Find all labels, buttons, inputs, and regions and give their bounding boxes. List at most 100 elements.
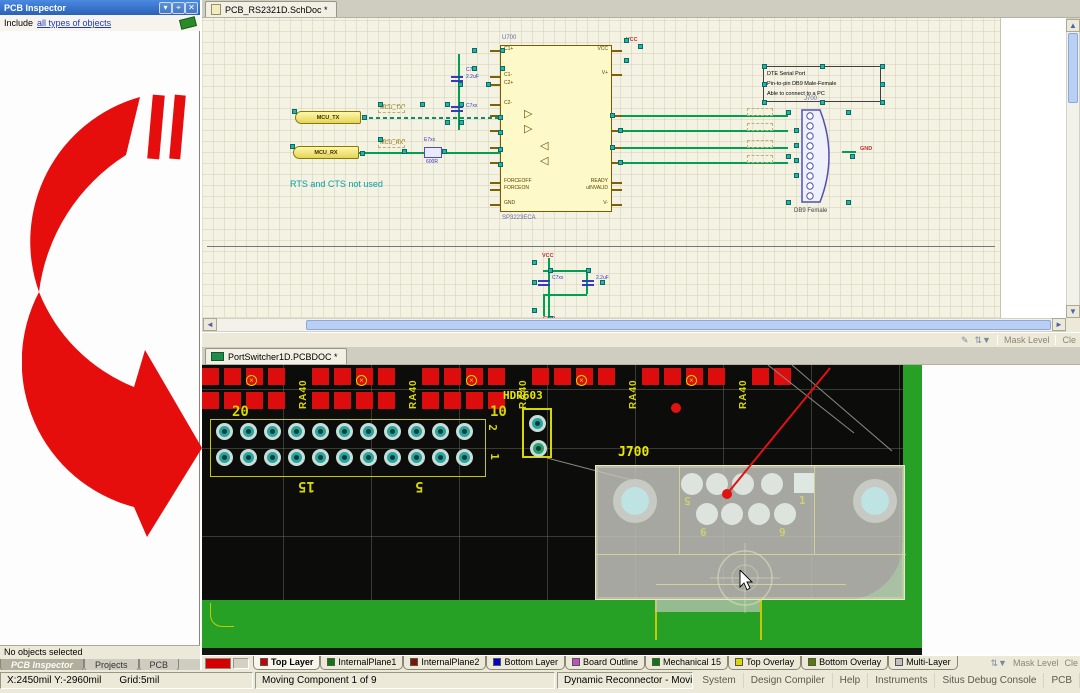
selection-handle [880,64,885,69]
pcbdoc-tab-label: PortSwitcher1D.PCBDOC * [228,352,338,362]
net-label-box[interactable] [747,123,773,131]
selection-handle [498,147,503,152]
ic-pin-stub [490,182,500,184]
include-types-link[interactable]: all types of objects [37,18,176,28]
scroll-down-arrow[interactable]: ▼ [1066,305,1080,318]
scroll-left-arrow[interactable]: ◄ [203,318,217,331]
layer-tab-mechanical-15[interactable]: Mechanical 15 [645,656,728,670]
net-label-box[interactable] [747,140,773,148]
j700-pad [761,473,783,495]
port-mcu-rx[interactable]: MCU_RX [293,146,359,159]
selection-handle [420,102,425,107]
selection-handle [445,102,450,107]
pcb-canvas[interactable]: ××××× RA40RA40RA40RA40RA40 20 10 15 5 2 … [202,365,1080,655]
j700-footprint[interactable]: 5 1 6 9 [595,465,905,600]
scroll-right-arrow[interactable]: ► [1052,318,1066,331]
smd-pad [708,368,725,385]
pad-num-9: 9 [779,526,786,539]
smd-pad [378,392,395,409]
net-label-box[interactable] [747,108,773,116]
ic-pin-c1m: C1- [504,73,512,78]
annotate-icon[interactable]: ✎ [961,335,969,346]
ferrite-body[interactable] [424,147,442,158]
layer-tab-internalplane2[interactable]: InternalPlane2 [403,656,486,670]
status-menu-help[interactable]: Help [833,673,869,688]
schdoc-tab-label: PCB_RS2321D.SchDoc * [225,5,328,15]
header-pad [312,423,329,440]
ic-pin-stub [490,104,500,106]
port-mcu-tx[interactable]: MCU_TX [295,111,361,124]
resistor-ref-label: RA40 [408,379,419,409]
hscroll-thumb[interactable] [306,320,1051,330]
layer-tab-top-overlay[interactable]: Top Overlay [728,656,801,670]
mask-level-button[interactable]: Mask Level [1004,335,1050,345]
selection-handle [498,115,503,120]
board-outline-corner [210,603,234,627]
header-num-20: 20 [232,405,249,419]
selection-handle [820,100,825,105]
schdoc-icon [211,4,221,15]
tab-pcbdoc[interactable]: PortSwitcher1D.PCBDOC * [205,348,347,364]
selection-handle [586,268,591,273]
sort-filter-icon[interactable]: ⇅▼ [975,335,991,346]
schematic-vscrollbar[interactable]: ▲ ▼ [1066,18,1080,318]
capacitor-symbol[interactable] [538,280,550,286]
layer-tab-multi-layer[interactable]: Multi-Layer [888,656,958,670]
ic-pin-stub [490,84,500,86]
db9-connector-symbol[interactable] [788,104,844,208]
net-label-box[interactable] [747,155,773,163]
pcb-inspector-panel: PCB Inspector ▾ ⌖ ✕ Include all types of… [0,0,200,672]
selection-handle [786,200,791,205]
scroll-up-arrow[interactable]: ▲ [1066,19,1080,32]
ic-pin-c1p: C1+ [504,47,513,52]
smd-pad [334,368,351,385]
header-pad [240,449,257,466]
selection-handle [820,64,825,69]
panel-title-bar[interactable]: PCB Inspector ▾ ⌖ ✕ [0,0,200,15]
schematic-canvas[interactable]: U700 SP3223ECA C1+ C1- C2+ C2- FORCEOFF … [202,18,1080,318]
clear-button[interactable]: Cle [1064,658,1078,668]
vscroll-thumb[interactable] [1068,33,1078,103]
layer-tab-bottom-layer[interactable]: Bottom Layer [486,656,565,670]
ic-pin-stub [490,204,500,206]
note-frame[interactable]: DTE Serial Port Pin-to-pin DB9 Male-Fema… [763,66,881,102]
layer-color-swatch [735,658,743,666]
clear-button[interactable]: Cle [1062,335,1076,345]
layer-tab-board-outline[interactable]: Board Outline [565,656,645,670]
pin-icon[interactable]: ⌖ [172,2,185,14]
resistor-ref-label: RA40 [298,379,309,409]
status-menu-instruments[interactable]: Instruments [868,673,935,688]
header-num-2: 2 [487,424,498,431]
status-menu-system[interactable]: System [695,673,743,688]
ic-pin-stub [612,74,622,76]
status-menu-situs-debug-console[interactable]: Situs Debug Console [935,673,1044,688]
schematic-hscrollbar[interactable]: ◄ ► [202,318,1066,332]
smd-pad [642,368,659,385]
layer-color-swatch [808,658,816,666]
tab-schdoc[interactable]: PCB_RS2321D.SchDoc * [205,1,337,17]
layer-color-swatch [327,658,335,666]
chevron-down-icon[interactable]: ▾ [159,2,172,14]
selection-handle [794,128,799,133]
header-pad [336,449,353,466]
layer-tab-internalplane1[interactable]: InternalPlane1 [320,656,403,670]
sort-filter-icon[interactable]: ⇅▼ [991,658,1007,669]
selection-handle [498,130,503,135]
layer-tab-top-layer[interactable]: Top Layer [253,656,320,670]
status-menu-pcb[interactable]: PCB [1044,673,1080,688]
layer-tab-bar: Top LayerInternalPlane1InternalPlane2Bot… [202,655,1080,670]
header-pad [336,423,353,440]
smd-pad [202,392,219,409]
close-icon[interactable]: ✕ [185,2,198,14]
smd-pad [356,392,373,409]
layer-tab-bottom-overlay[interactable]: Bottom Overlay [801,656,888,670]
mask-level-button[interactable]: Mask Level [1013,658,1059,668]
selection-handle [459,102,464,107]
capacitor-symbol[interactable] [582,280,594,286]
selection-handle [610,113,615,118]
schematic-document-view: PCB_RS2321D.SchDoc * U700 SP3223ECA C1+ … [202,0,1080,347]
status-menu-design-compiler[interactable]: Design Compiler [744,673,833,688]
ic-pin-vp: V+ [574,71,608,76]
smd-pad [202,368,219,385]
header-pad [408,449,425,466]
